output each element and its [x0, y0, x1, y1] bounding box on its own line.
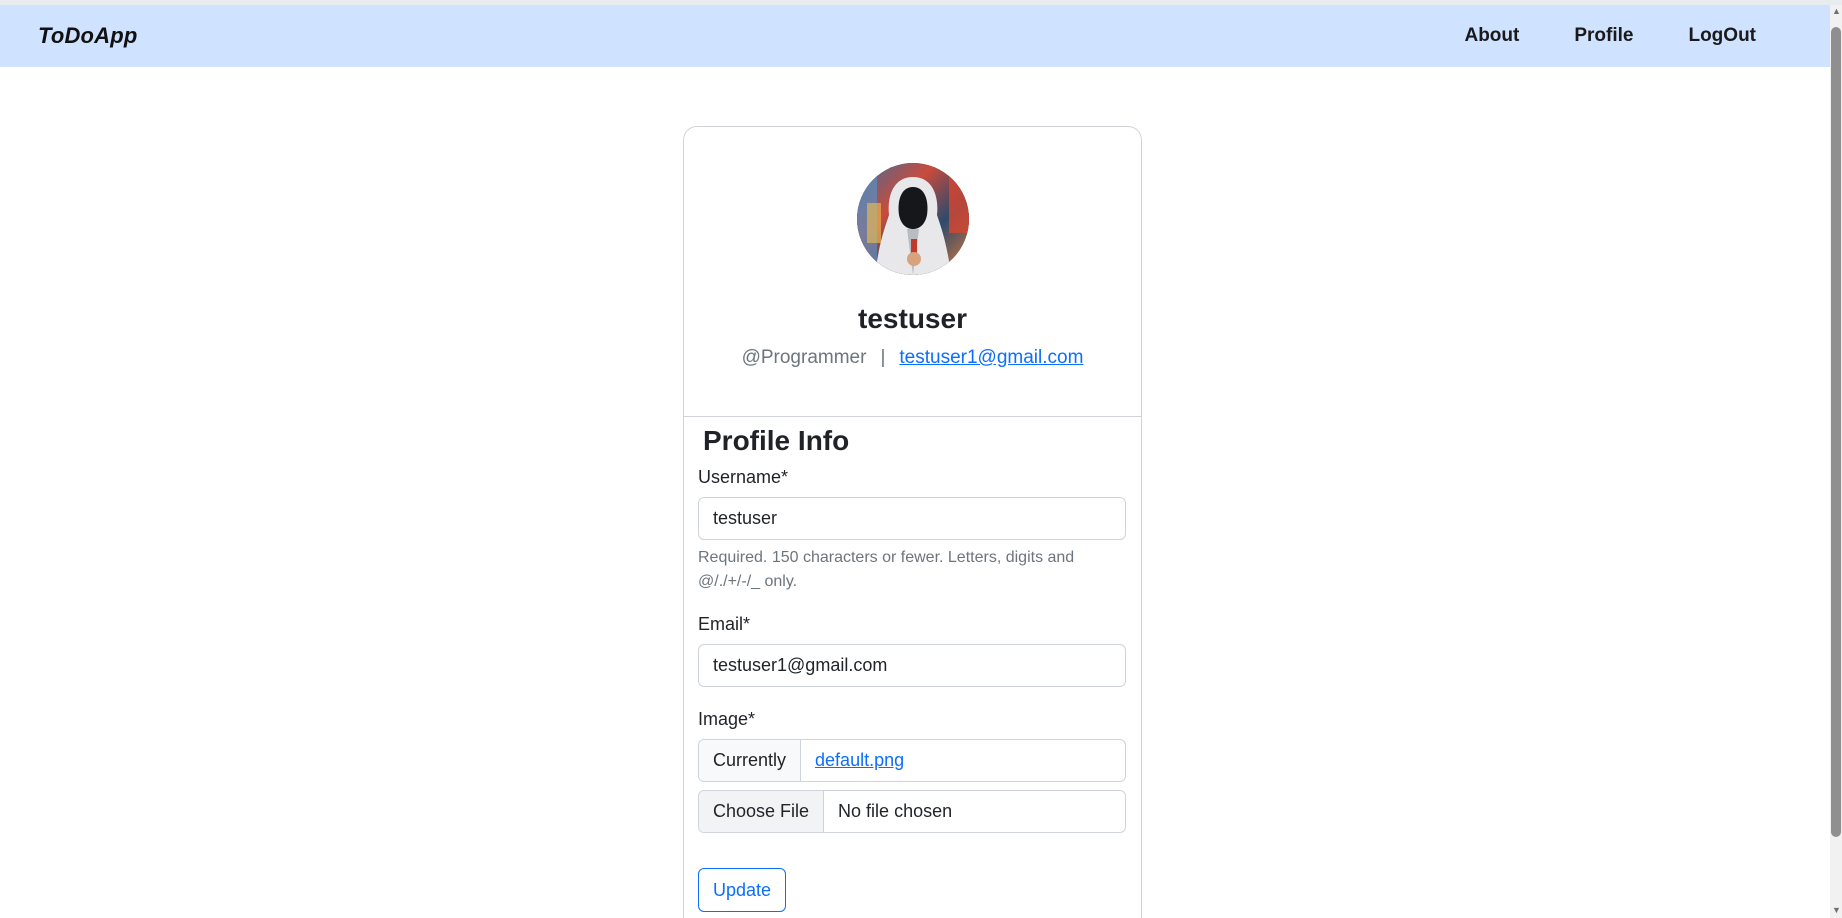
vertical-scrollbar[interactable]: ▲ ▼ — [1830, 5, 1842, 918]
profile-card: testuser @Programmer | testuser1@gmail.c… — [683, 126, 1142, 918]
profile-handle: @Programmer — [741, 347, 867, 368]
profile-email-link[interactable]: testuser1@gmail.com — [899, 347, 1083, 369]
scroll-up-arrow-icon[interactable]: ▲ — [1832, 7, 1841, 16]
avatar — [856, 163, 969, 275]
update-button[interactable]: Update — [698, 868, 787, 912]
choose-file-button[interactable]: Choose File — [699, 791, 825, 832]
email-label: Email* — [698, 614, 751, 634]
navbar: ToDoApp About Profile LogOut — [0, 5, 1830, 67]
image-label: Image* — [698, 709, 756, 729]
file-input-group[interactable]: Choose File No file chosen — [698, 790, 1126, 833]
page: ToDoApp About Profile LogOut ▲ ▼ testuse… — [0, 0, 1842, 918]
profile-meta: @Programmer | testuser1@gmail.com — [742, 347, 1084, 369]
scroll-down-arrow-icon[interactable]: ▼ — [1832, 906, 1841, 915]
username-input[interactable] — [698, 497, 1126, 540]
current-image-link[interactable]: default.png — [815, 750, 904, 771]
email-input[interactable] — [698, 644, 1126, 687]
meta-separator: | — [880, 347, 886, 368]
profile-header: testuser @Programmer | testuser1@gmail.c… — [684, 127, 1141, 417]
nav-link-profile[interactable]: Profile — [1574, 25, 1633, 47]
current-image-group: Currently default.png — [698, 739, 1126, 782]
hooded-figure-avatar-icon — [856, 163, 969, 275]
profile-username: testuser — [858, 303, 967, 334]
username-label: Username* — [698, 467, 789, 487]
form-title: Profile Info — [703, 425, 850, 456]
scrollbar-thumb[interactable] — [1831, 27, 1841, 837]
username-help-text: Required. 150 characters or fewer. Lette… — [698, 549, 1075, 590]
no-file-text: No file chosen — [838, 801, 953, 821]
brand-link[interactable]: ToDoApp — [38, 23, 138, 49]
nav-link-about[interactable]: About — [1464, 25, 1519, 47]
profile-form: Profile Info Username* Required. 150 cha… — [684, 417, 1141, 912]
currently-label: Currently — [699, 740, 802, 781]
nav-link-logout[interactable]: LogOut — [1688, 25, 1756, 47]
current-image-value: default.png — [801, 740, 918, 781]
nav-links: About Profile LogOut — [1409, 25, 1756, 47]
